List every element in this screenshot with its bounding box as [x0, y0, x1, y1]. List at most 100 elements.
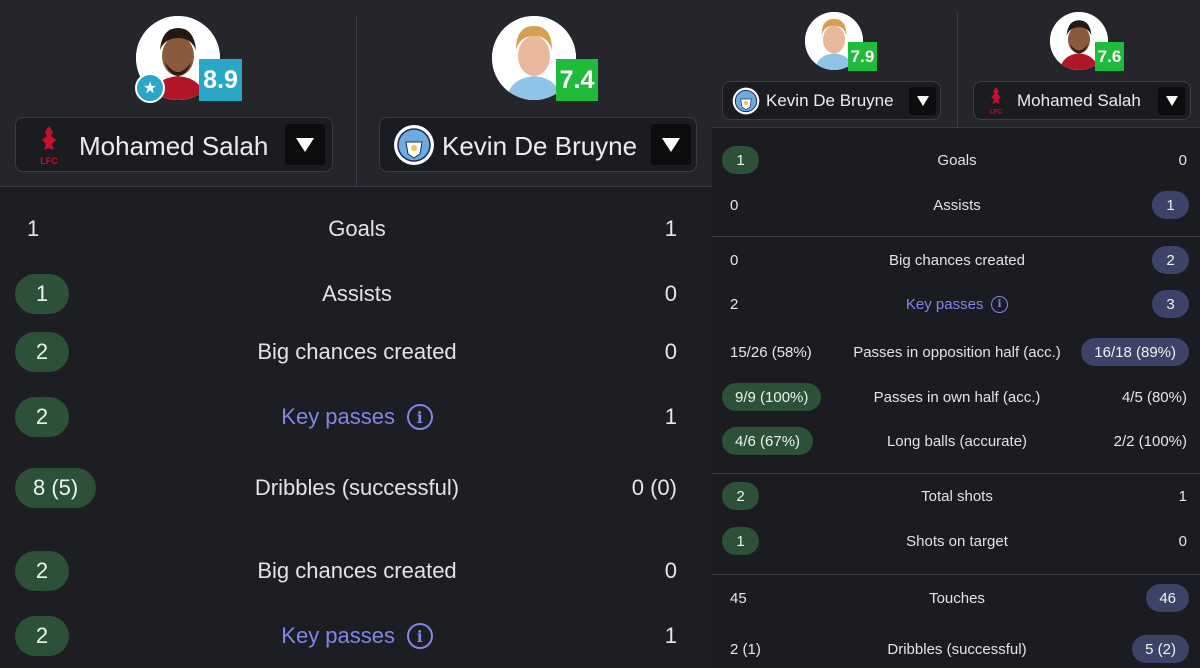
player1-rating: 8.9 — [199, 59, 242, 101]
player2-selector[interactable]: Kevin De Bruyne — [379, 117, 697, 172]
manchester-city-crest-icon — [394, 125, 434, 165]
stat-label-text: Long balls (accurate) — [886, 432, 1028, 450]
stat-label: Assists — [777, 191, 1137, 219]
svg-text:LFC: LFC — [40, 156, 58, 166]
info-icon[interactable]: i — [406, 623, 433, 649]
right-header-divider — [957, 12, 958, 128]
stat-label-link[interactable]: Key passes i — [777, 290, 1137, 318]
stat-value-left: 0 — [730, 196, 739, 214]
stat-label: Big chances created — [177, 332, 537, 372]
stat-value-right: 2 — [1152, 246, 1189, 274]
stat-value-left: 1 — [27, 216, 40, 241]
stat-label: Long balls (accurate) — [777, 427, 1137, 455]
player1-selector-name: Mohamed Salah — [79, 131, 269, 161]
right-player2-dropdown-button[interactable] — [1158, 87, 1185, 115]
stat-value-right: 3 — [1152, 290, 1189, 318]
player2-rating: 7.4 — [556, 59, 598, 101]
stat-label-text: Dribbles (successful) — [254, 475, 460, 500]
manchester-city-crest-icon — [732, 87, 760, 115]
stat-value-right: 46 — [1146, 584, 1189, 612]
stat-label-text: Key passes — [281, 623, 396, 648]
triangle-down-icon — [296, 137, 314, 152]
stat-label-text: Key passes — [905, 295, 984, 313]
liverpool-crest-icon: LFC — [40, 126, 58, 166]
stat-label-text: Big chances created — [889, 251, 1025, 269]
right-player1-selector-name: Kevin De Bruyne — [766, 91, 894, 110]
stat-value-right: 2/2 (100%) — [1113, 432, 1187, 450]
right-player1-selector[interactable]: Kevin De Bruyne — [722, 81, 941, 120]
stat-value-left: 2 — [730, 295, 739, 313]
stat-value-left: 2 — [15, 551, 69, 591]
triangle-down-icon — [1165, 96, 1178, 106]
stat-label-text: Total shots — [921, 487, 993, 505]
stat-value-right: 4/5 (80%) — [1121, 388, 1187, 406]
stat-value-right: 1 — [664, 623, 677, 648]
player2-dropdown-button[interactable] — [651, 124, 691, 165]
right-player2-rating: 7.6 — [1095, 42, 1124, 71]
stat-label: Goals — [177, 209, 537, 249]
left-header-divider — [356, 16, 357, 187]
svg-text:LFC: LFC — [990, 108, 1003, 115]
section-divider — [712, 574, 1200, 575]
triangle-down-icon — [662, 137, 680, 152]
stat-label-text: Touches — [929, 589, 985, 607]
stat-label-link[interactable]: Key passes i — [177, 397, 537, 437]
stat-label-text: Big chances created — [257, 339, 457, 364]
stat-value-left: 45 — [730, 589, 747, 607]
stat-value-left: 1 — [722, 527, 759, 555]
liverpool-crest-icon: LFC — [990, 87, 1003, 115]
stat-value-left: 8 (5) — [15, 468, 97, 508]
stat-value-right: 1 — [1178, 487, 1187, 505]
stat-label-link[interactable]: Key passes i — [177, 616, 537, 656]
triangle-down-icon — [916, 96, 929, 106]
player2-selector-name: Kevin De Bruyne — [442, 131, 638, 161]
stat-label: Shots on target — [777, 527, 1137, 555]
info-icon[interactable]: i — [991, 295, 1009, 313]
stat-value-left: 2 — [722, 482, 759, 510]
stat-value-right: 0 — [664, 558, 677, 583]
right-player2-selector[interactable]: LFC Mohamed Salah — [973, 81, 1191, 120]
player1-dropdown-button[interactable] — [285, 124, 325, 165]
stat-label-text: Passes in opposition half (acc.) — [853, 343, 1061, 361]
stat-value-right: 1 — [664, 216, 677, 241]
stat-label-text: Assists — [933, 196, 981, 214]
stat-label-text: Key passes — [281, 404, 396, 429]
stat-label-text: Dribbles (successful) — [887, 640, 1027, 658]
stat-label: Total shots — [777, 482, 1137, 510]
stat-value-left: 2 — [15, 332, 69, 372]
stat-value-left: 0 — [730, 251, 739, 269]
stat-value-right: 0 — [1178, 151, 1187, 169]
stat-label: Touches — [777, 584, 1137, 612]
stat-label: Dribbles (successful) — [177, 468, 537, 508]
stat-value-left: 1 — [15, 274, 69, 314]
section-divider — [712, 473, 1200, 474]
right-player2-selector-name: Mohamed Salah — [1017, 91, 1141, 110]
stat-label: Big chances created — [177, 551, 537, 591]
right-player1-rating: 7.9 — [848, 42, 877, 71]
stat-value-right: 16/18 (89%) — [1081, 338, 1189, 366]
stat-label-text: Passes in own half (acc.) — [873, 388, 1041, 406]
stat-label: Goals — [777, 146, 1137, 174]
stat-value-right: 0 — [664, 281, 677, 306]
stat-value-right: 0 (0) — [631, 475, 677, 500]
stat-label-text: Assists — [322, 281, 392, 306]
stat-value-left: 2 — [15, 397, 69, 437]
info-icon[interactable]: i — [406, 404, 433, 430]
stat-label: Assists — [177, 274, 537, 314]
stat-value-right: 5 (2) — [1132, 635, 1189, 663]
stat-value-right: 0 — [664, 339, 677, 364]
stat-value-right: 0 — [1178, 532, 1187, 550]
stat-value-left: 1 — [722, 146, 759, 174]
section-divider — [712, 236, 1200, 237]
right-player1-dropdown-button[interactable] — [909, 87, 936, 115]
stat-value-left: 2 (1) — [730, 640, 761, 658]
stat-label: Passes in own half (acc.) — [777, 383, 1137, 411]
stat-label: Big chances created — [777, 246, 1137, 274]
player1-selector[interactable]: LFC Mohamed Salah — [15, 117, 333, 172]
stat-label-text: Big chances created — [257, 558, 457, 583]
stat-label: Dribbles (successful) — [777, 635, 1137, 663]
stat-label-text: Goals — [328, 216, 386, 241]
stat-label-text: Goals — [937, 151, 977, 169]
stat-value-left: 2 — [15, 616, 69, 656]
stat-label-text: Shots on target — [906, 532, 1008, 550]
